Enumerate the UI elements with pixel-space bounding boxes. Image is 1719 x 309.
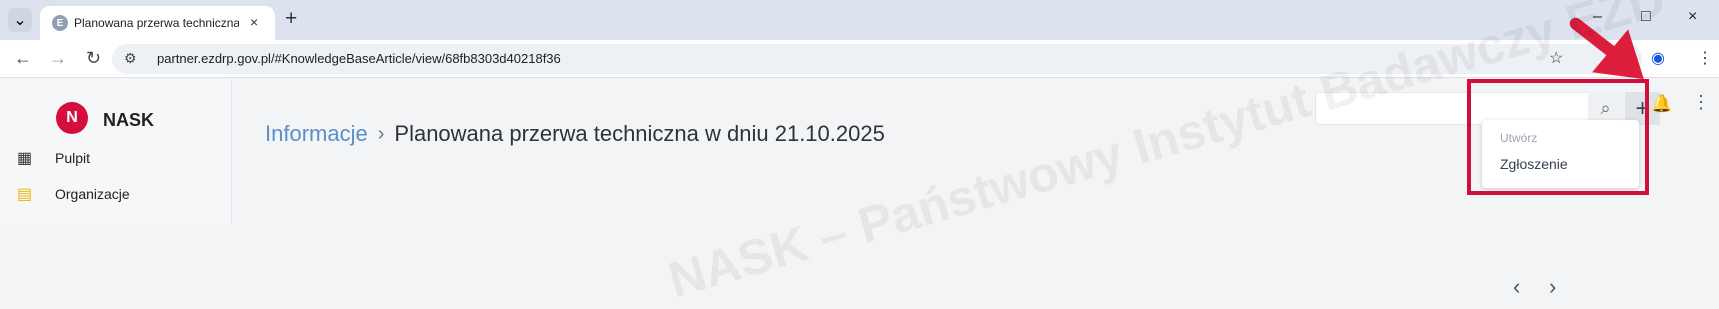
- window-maximize-icon[interactable]: □: [1641, 8, 1651, 26]
- back-icon[interactable]: ←: [14, 48, 32, 69]
- more-menu-icon[interactable]: ⋮: [1692, 92, 1710, 113]
- browser-tab-strip: ⌄ E Planowana przerwa techniczna × + – □…: [0, 0, 1719, 40]
- breadcrumb-separator: ›: [377, 122, 385, 145]
- active-browser-tab[interactable]: E Planowana przerwa techniczna ×: [40, 6, 275, 40]
- previous-arrow-icon[interactable]: ‹: [1513, 274, 1520, 300]
- address-url[interactable]: partner.ezdrp.gov.pl/#KnowledgeBaseArtic…: [157, 51, 561, 66]
- sidebar-item-pulpit[interactable]: ▦ Pulpit: [17, 146, 90, 170]
- forward-icon[interactable]: →: [49, 48, 67, 69]
- tab-search-menu-icon[interactable]: ⌄: [8, 8, 32, 32]
- address-bar[interactable]: ⚙ partner.ezdrp.gov.pl/#KnowledgeBaseArt…: [112, 44, 1642, 74]
- grid-icon: ▦: [17, 150, 33, 167]
- sidebar: N NASK ▦ Pulpit ▤ Organizacje: [0, 79, 232, 224]
- sidebar-item-label: Organizacje: [55, 186, 130, 202]
- nask-logo-icon: N: [56, 102, 88, 134]
- logo-text: NASK: [103, 110, 155, 130]
- reload-icon[interactable]: ↻: [86, 48, 101, 69]
- ezd-favicon-icon: E: [52, 15, 68, 31]
- breadcrumb: Informacje › Planowana przerwa techniczn…: [265, 121, 885, 147]
- next-arrow-icon[interactable]: ›: [1549, 274, 1556, 300]
- sidebar-item-organizacje[interactable]: ▤ Organizacje: [17, 182, 130, 206]
- browser-toolbar: ← → ↻ ⚙ partner.ezdrp.gov.pl/#KnowledgeB…: [0, 40, 1719, 78]
- site-info-icon[interactable]: ⚙: [124, 50, 137, 67]
- new-tab-icon[interactable]: +: [285, 7, 297, 31]
- browser-menu-icon[interactable]: ⋮: [1697, 48, 1713, 68]
- tab-title: Planowana przerwa techniczna: [74, 16, 239, 30]
- window-close-icon[interactable]: ×: [1688, 8, 1697, 26]
- window-minimize-icon[interactable]: –: [1593, 8, 1602, 26]
- bell-icon[interactable]: 🔔: [1651, 94, 1672, 114]
- sidebar-item-label: Pulpit: [55, 150, 91, 166]
- page-title: Planowana przerwa techniczna w dniu 21.1…: [394, 121, 885, 146]
- breadcrumb-parent-link[interactable]: Informacje: [265, 121, 368, 147]
- bookmark-star-icon[interactable]: ☆: [1549, 48, 1563, 68]
- tab-close-icon[interactable]: ×: [250, 14, 258, 30]
- building-icon: ▤: [17, 186, 33, 203]
